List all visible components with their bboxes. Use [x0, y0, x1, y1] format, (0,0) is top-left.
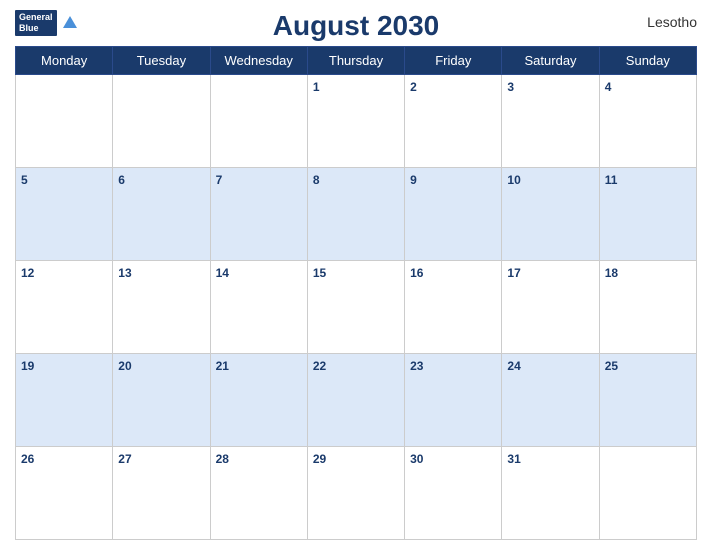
calendar-day-cell: 5 — [16, 168, 113, 261]
day-number: 6 — [118, 173, 125, 187]
weekday-header-row: MondayTuesdayWednesdayThursdayFridaySatu… — [16, 47, 697, 75]
calendar-day-cell: 27 — [113, 447, 210, 540]
weekday-header: Thursday — [307, 47, 404, 75]
weekday-header: Tuesday — [113, 47, 210, 75]
day-number: 20 — [118, 359, 131, 373]
calendar-day-cell: 26 — [16, 447, 113, 540]
day-number: 15 — [313, 266, 326, 280]
day-number: 10 — [507, 173, 520, 187]
weekday-header: Saturday — [502, 47, 599, 75]
calendar-day-cell: 22 — [307, 354, 404, 447]
calendar-day-cell: 1 — [307, 75, 404, 168]
calendar-day-cell: 9 — [405, 168, 502, 261]
calendar-header: General Blue August 2030 Lesotho — [15, 10, 697, 42]
calendar-week-row: 12 13 14 15 16 17 18 — [16, 261, 697, 354]
calendar-day-cell: 28 — [210, 447, 307, 540]
calendar-day-cell: 10 — [502, 168, 599, 261]
calendar-day-cell: 6 — [113, 168, 210, 261]
day-number: 3 — [507, 80, 514, 94]
day-number: 14 — [216, 266, 229, 280]
day-number: 29 — [313, 452, 326, 466]
calendar-day-cell: 15 — [307, 261, 404, 354]
day-number: 25 — [605, 359, 618, 373]
logo: General Blue — [15, 10, 79, 36]
day-number: 19 — [21, 359, 34, 373]
calendar-day-cell — [113, 75, 210, 168]
calendar-day-cell: 24 — [502, 354, 599, 447]
calendar-day-cell: 7 — [210, 168, 307, 261]
calendar-table: MondayTuesdayWednesdayThursdayFridaySatu… — [15, 46, 697, 540]
day-number: 11 — [605, 173, 618, 187]
day-number: 28 — [216, 452, 229, 466]
logo-line2: Blue — [19, 23, 53, 34]
day-number: 5 — [21, 173, 28, 187]
weekday-header: Sunday — [599, 47, 696, 75]
logo-icon — [61, 14, 79, 32]
calendar-day-cell: 8 — [307, 168, 404, 261]
day-number: 13 — [118, 266, 131, 280]
calendar-day-cell: 23 — [405, 354, 502, 447]
day-number: 4 — [605, 80, 612, 94]
day-number: 9 — [410, 173, 417, 187]
calendar-day-cell: 14 — [210, 261, 307, 354]
calendar-day-cell: 18 — [599, 261, 696, 354]
weekday-header: Monday — [16, 47, 113, 75]
calendar-day-cell — [599, 447, 696, 540]
calendar-day-cell: 30 — [405, 447, 502, 540]
calendar-day-cell: 2 — [405, 75, 502, 168]
calendar-day-cell: 17 — [502, 261, 599, 354]
calendar-day-cell: 31 — [502, 447, 599, 540]
country-label: Lesotho — [647, 14, 697, 30]
day-number: 7 — [216, 173, 223, 187]
calendar-day-cell: 11 — [599, 168, 696, 261]
calendar-day-cell: 3 — [502, 75, 599, 168]
calendar-day-cell — [210, 75, 307, 168]
day-number: 8 — [313, 173, 320, 187]
day-number: 16 — [410, 266, 423, 280]
day-number: 18 — [605, 266, 618, 280]
calendar-day-cell — [16, 75, 113, 168]
calendar-week-row: 1 2 3 4 — [16, 75, 697, 168]
day-number: 22 — [313, 359, 326, 373]
calendar-day-cell: 20 — [113, 354, 210, 447]
day-number: 2 — [410, 80, 417, 94]
page-title: August 2030 — [273, 10, 440, 42]
day-number: 24 — [507, 359, 520, 373]
calendar-day-cell: 12 — [16, 261, 113, 354]
day-number: 27 — [118, 452, 131, 466]
weekday-header: Friday — [405, 47, 502, 75]
logo-box: General Blue — [15, 10, 57, 36]
calendar-week-row: 26 27 28 29 30 31 — [16, 447, 697, 540]
day-number: 23 — [410, 359, 423, 373]
day-number: 12 — [21, 266, 34, 280]
day-number: 17 — [507, 266, 520, 280]
calendar-day-cell: 16 — [405, 261, 502, 354]
calendar-day-cell: 21 — [210, 354, 307, 447]
day-number: 31 — [507, 452, 520, 466]
calendar-week-row: 19 20 21 22 23 24 25 — [16, 354, 697, 447]
calendar-day-cell: 25 — [599, 354, 696, 447]
day-number: 30 — [410, 452, 423, 466]
logo-line1: General — [19, 12, 53, 23]
calendar-day-cell: 4 — [599, 75, 696, 168]
calendar-week-row: 5 6 7 8 9 10 11 — [16, 168, 697, 261]
calendar-day-cell: 13 — [113, 261, 210, 354]
day-number: 26 — [21, 452, 34, 466]
calendar-day-cell: 19 — [16, 354, 113, 447]
day-number: 1 — [313, 80, 320, 94]
day-number: 21 — [216, 359, 229, 373]
weekday-header: Wednesday — [210, 47, 307, 75]
calendar-day-cell: 29 — [307, 447, 404, 540]
